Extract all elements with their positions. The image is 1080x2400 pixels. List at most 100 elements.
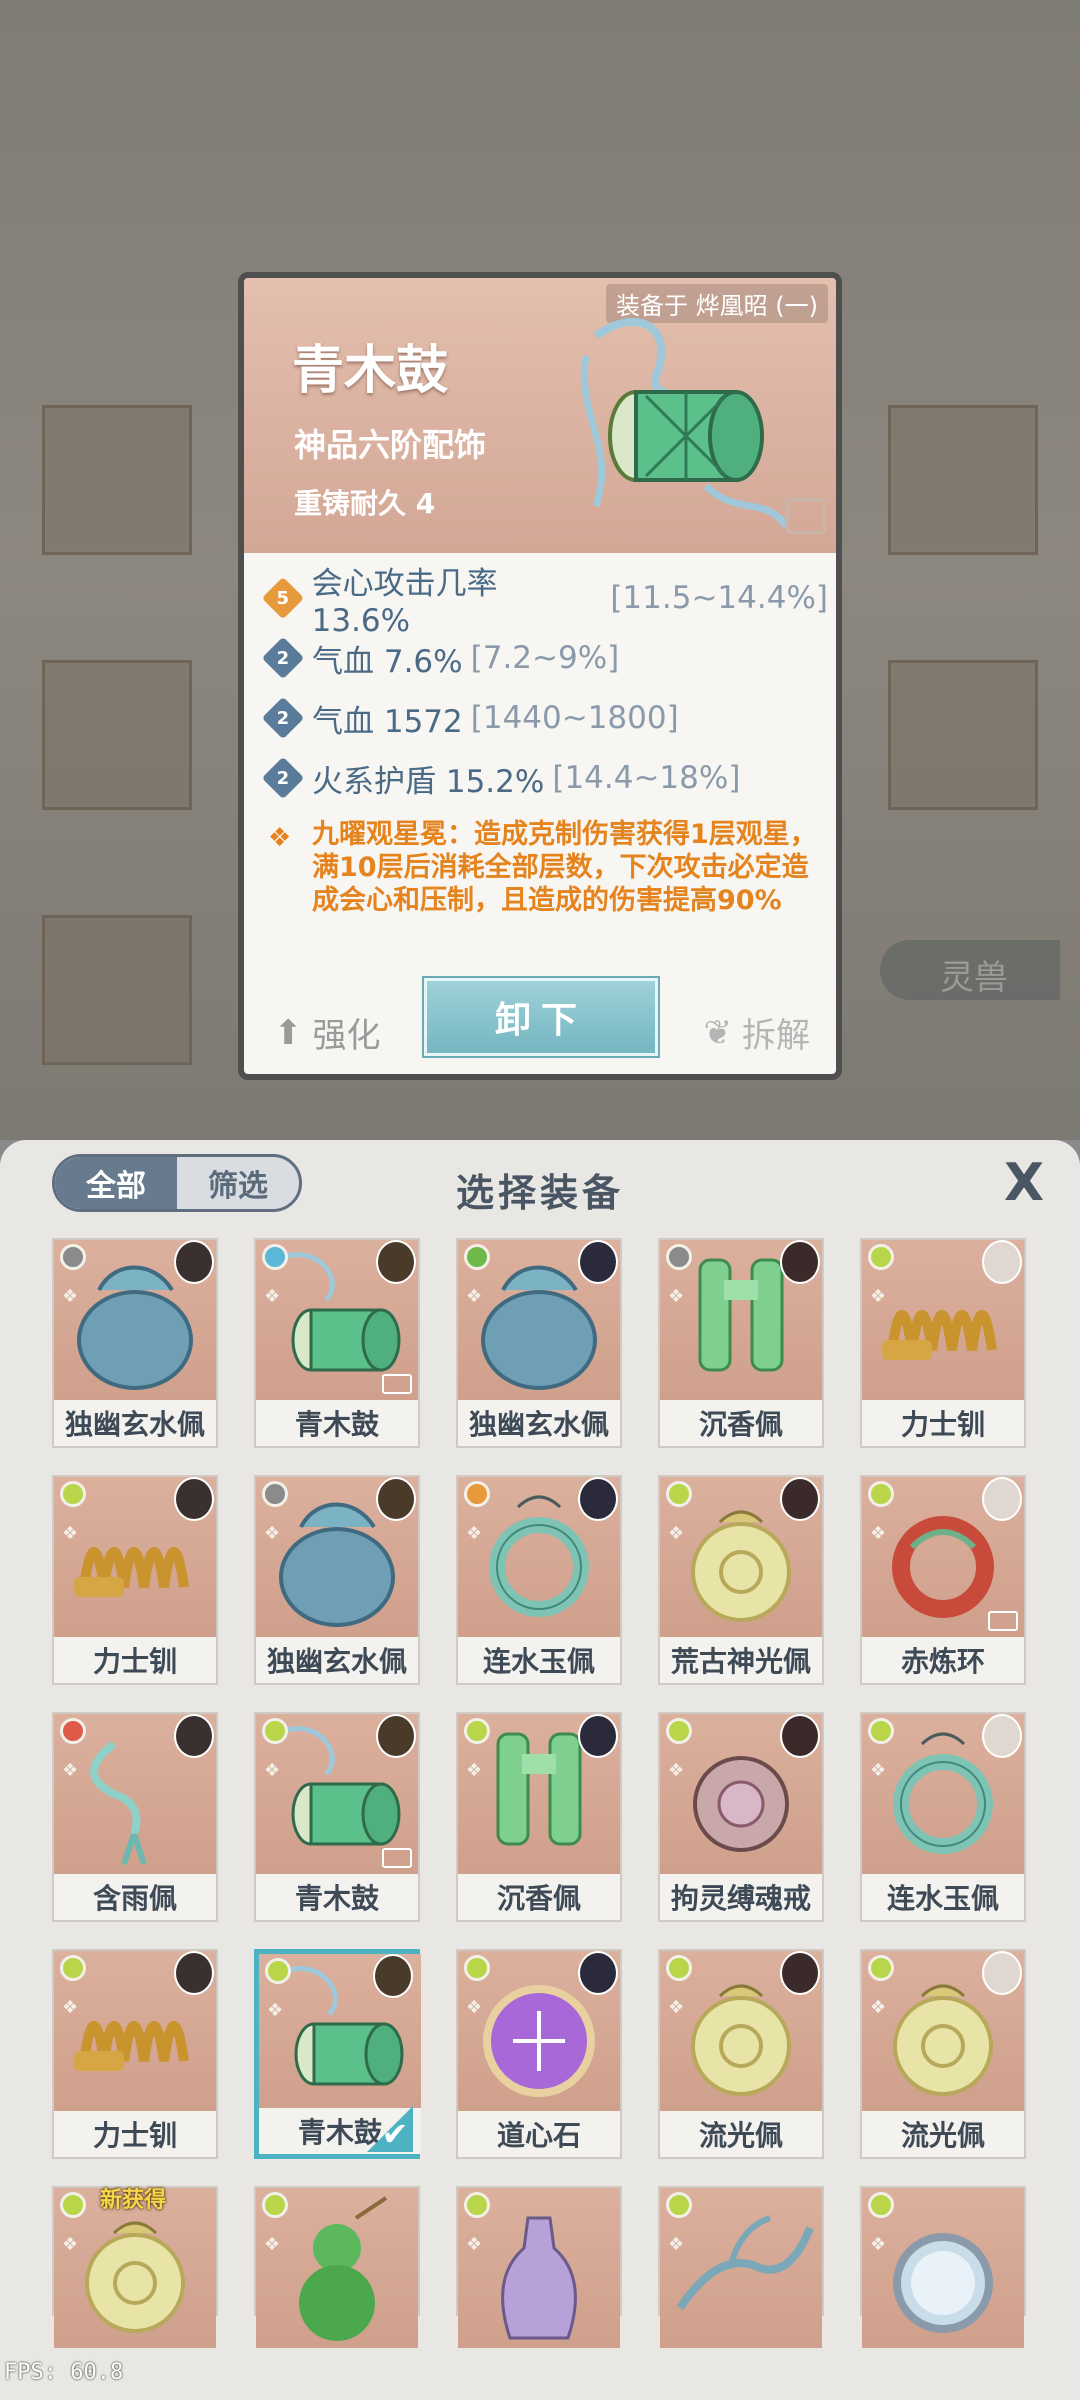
- equipment-tile[interactable]: ❖: [658, 2186, 824, 2348]
- equipment-tile[interactable]: ❖ 力士钏: [52, 1949, 218, 2159]
- owner-avatar: [174, 1951, 214, 1995]
- equipment-name: 独幽玄水佩: [458, 1400, 620, 1446]
- set-effect-icon: ❖: [264, 1523, 281, 1544]
- element-icon: [868, 1244, 894, 1270]
- equipment-name: 赤炼环: [862, 1637, 1024, 1683]
- special-effect-text: 九曜观星冕：造成克制伤害获得1层观星，满10层后消耗全部层数，下次攻击必定造成会…: [312, 819, 817, 916]
- bg-equip-slot: [42, 660, 192, 810]
- set-effect-icon: ❖: [466, 2234, 483, 2255]
- owner-avatar: [376, 1714, 416, 1758]
- owner-avatar: [578, 1714, 618, 1758]
- equipment-tile[interactable]: ❖ 流光佩: [658, 1949, 824, 2159]
- element-icon: [666, 1718, 692, 1744]
- stat-range: [14.4~18%]: [552, 760, 741, 796]
- set-effect-icon: ❖: [466, 1760, 483, 1781]
- equipment-tile[interactable]: ❖ 荒古神光佩: [658, 1475, 824, 1685]
- dismantle-icon: ❦: [703, 1012, 733, 1053]
- panel-title: 选择装备: [455, 1171, 624, 1215]
- set-effect-icon: ❖: [668, 2234, 685, 2255]
- element-icon: [60, 2192, 86, 2218]
- stat-text: 气血 7.6%: [312, 643, 463, 680]
- equipment-tile[interactable]: ❖ 独幽玄水佩: [254, 1475, 420, 1685]
- stat-row: 2 火系护盾 15.2% [14.4~18%]: [261, 748, 828, 808]
- equipment-tile[interactable]: ❖ 连水玉佩: [456, 1475, 622, 1685]
- element-icon: [464, 1718, 490, 1744]
- owner-avatar: [174, 1477, 214, 1521]
- set-effect-icon: ❖: [668, 1523, 685, 1544]
- stat-text: 火系护盾 15.2%: [312, 763, 545, 800]
- set-effect-icon: ❖: [870, 1523, 887, 1544]
- equipment-tile[interactable]: ❖ 力士钏: [860, 1238, 1026, 1448]
- dismantle-label: 拆解: [742, 1016, 810, 1056]
- equipment-name: 拘灵缚魂戒: [660, 1874, 822, 1920]
- item-detail-header: 装备于 烨凰昭 (一) 青木鼓 神品六阶配饰 重铸耐久 4: [244, 278, 836, 553]
- equipment-tile[interactable]: ❖ 青木鼓 ✔: [254, 1949, 421, 2159]
- element-icon: [868, 1481, 894, 1507]
- equipment-tile[interactable]: ❖ 沉香佩: [658, 1238, 824, 1448]
- up-arrow-icon: ⬆: [274, 1012, 303, 1053]
- new-badge: 新获得: [100, 2188, 167, 2213]
- element-icon: [666, 2192, 692, 2218]
- element-icon: [464, 1481, 490, 1507]
- element-icon: [666, 1244, 692, 1270]
- set-effect-icon: ❖: [870, 1760, 887, 1781]
- stat-range: [7.2~9%]: [470, 640, 620, 676]
- equipment-tile[interactable]: ❖: [860, 2186, 1026, 2348]
- equipment-tile[interactable]: ❖ 拘灵缚魂戒: [658, 1712, 824, 1922]
- stat-list: 5 会心攻击几率 13.6% [11.5~14.4%] 2 气血 7.6% [7…: [261, 566, 828, 808]
- item-durability: 重铸耐久 4: [294, 487, 436, 520]
- equipment-tile[interactable]: ❖ 新获得: [52, 2186, 218, 2348]
- equipment-tile[interactable]: ❖: [456, 2186, 622, 2348]
- equipment-tile[interactable]: ❖ 青木鼓: [254, 1712, 420, 1922]
- element-icon: [60, 1244, 86, 1270]
- set-effect-icon: ❖: [62, 2234, 79, 2255]
- equipment-tile[interactable]: ❖ 青木鼓: [254, 1238, 420, 1448]
- equipment-tile[interactable]: ❖ 连水玉佩: [860, 1712, 1026, 1922]
- special-effect: ❖ 九曜观星冕：造成克制伤害获得1层观星，满10层后消耗全部层数，下次攻击必定造…: [268, 818, 828, 917]
- equipment-select-panel: 全部 筛选 选择装备 X ❖ 独幽玄水佩 ❖ 青木鼓 ❖ 独幽玄水佩 ❖ 沉香佩 ❖ 力士钏 ❖ 力士…: [0, 1140, 1080, 2400]
- equipment-name: 流光佩: [862, 2111, 1024, 2157]
- equipment-tile[interactable]: ❖ 沉香佩: [456, 1712, 622, 1922]
- element-icon: [265, 1958, 291, 1984]
- equipment-tile[interactable]: ❖: [254, 2186, 420, 2348]
- equipment-tile[interactable]: ❖ 道心石: [456, 1949, 622, 2159]
- owner-avatar: [174, 1714, 214, 1758]
- owner-avatar: [578, 1951, 618, 1995]
- equipment-tile[interactable]: ❖ 力士钏: [52, 1475, 218, 1685]
- stat-level-badge: 2: [261, 756, 305, 800]
- unequip-button[interactable]: 卸下: [424, 978, 658, 1056]
- equipment-tile[interactable]: ❖ 流光佩: [860, 1949, 1026, 2159]
- set-effect-icon: ❖: [668, 1286, 685, 1307]
- element-icon: [262, 1244, 288, 1270]
- element-icon: [262, 1718, 288, 1744]
- stat-text: 气血 1572: [312, 703, 463, 740]
- equipment-name: 力士钏: [862, 1400, 1024, 1446]
- fps-counter: FPS: 60.8: [4, 2360, 124, 2385]
- lock-icon[interactable]: [786, 498, 826, 534]
- element-icon: [60, 1955, 86, 1981]
- set-effect-icon: ❖: [264, 2234, 281, 2255]
- element-icon: [666, 1481, 692, 1507]
- equipment-name: 荒古神光佩: [660, 1637, 822, 1683]
- equipment-tile[interactable]: ❖ 独幽玄水佩: [456, 1238, 622, 1448]
- equipment-name: 力士钏: [54, 2111, 216, 2157]
- equipment-name: 含雨佩: [54, 1874, 216, 1920]
- set-effect-icon: ❖: [267, 2000, 284, 2021]
- element-icon: [464, 1244, 490, 1270]
- set-effect-icon: ❖: [870, 2234, 887, 2255]
- stat-text: 会心攻击几率 13.6%: [311, 565, 498, 639]
- owner-avatar: [982, 1951, 1022, 1995]
- owner-avatar: [780, 1951, 820, 1995]
- equipment-tile[interactable]: ❖ 赤炼环: [860, 1475, 1026, 1685]
- owner-avatar: [982, 1477, 1022, 1521]
- dismantle-button[interactable]: ❦ 拆解: [704, 1008, 811, 1057]
- equipment-tile[interactable]: ❖ 独幽玄水佩: [52, 1238, 218, 1448]
- element-icon: [60, 1718, 86, 1744]
- enhance-button[interactable]: ⬆ 强化: [274, 1008, 381, 1057]
- equipment-tile[interactable]: ❖ 含雨佩: [52, 1712, 218, 1922]
- set-effect-icon: ❖: [870, 1286, 887, 1307]
- owner-avatar: [780, 1714, 820, 1758]
- element-icon: [868, 2192, 894, 2218]
- stat-level-badge: 2: [261, 636, 305, 680]
- close-button[interactable]: X: [998, 1157, 1050, 1210]
